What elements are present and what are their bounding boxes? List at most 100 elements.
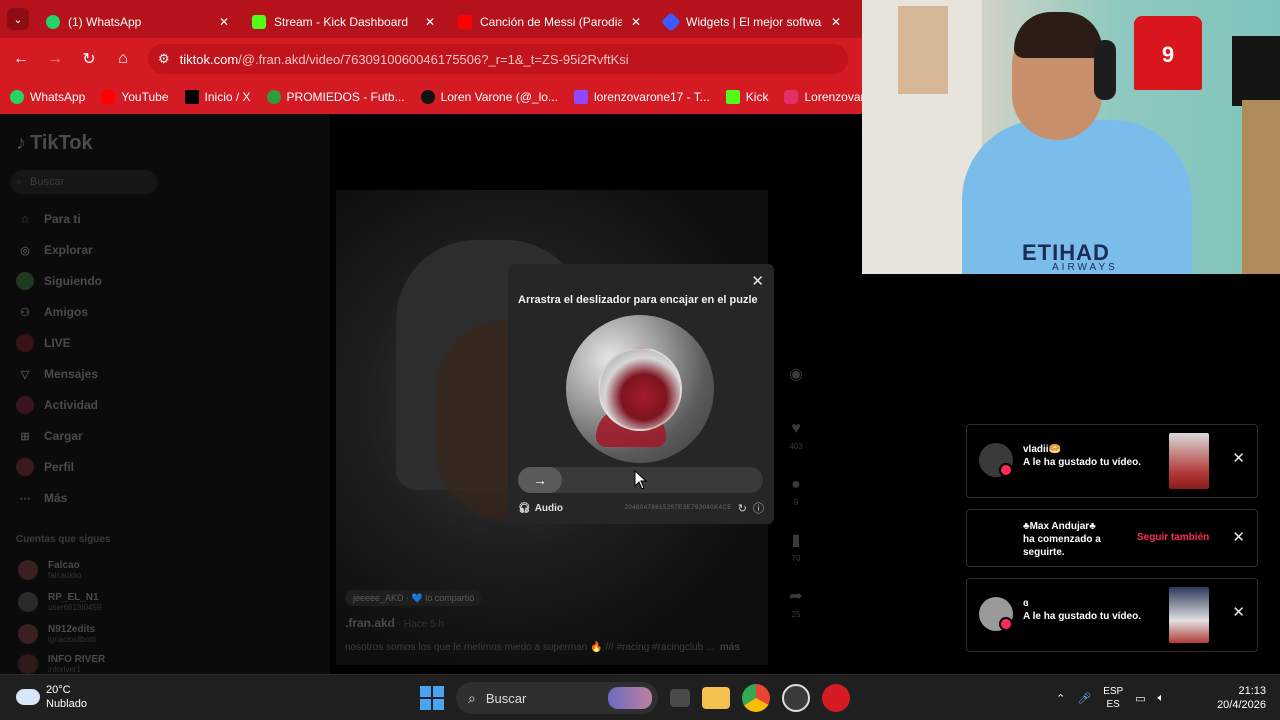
- nav-mensajes[interactable]: ▽ Mensajes: [16, 365, 98, 383]
- refresh-icon[interactable]: ↻: [738, 502, 747, 515]
- tab-label: (1) WhatsApp: [68, 15, 142, 29]
- close-icon[interactable]: ✕: [216, 15, 232, 29]
- search-input[interactable]: ⌕ Buscar: [10, 170, 158, 194]
- webcam-overlay: 9 ETIHAD AIRWAYS: [862, 0, 1280, 274]
- share-button[interactable]: ➦ 25: [784, 586, 808, 619]
- nav-perfil[interactable]: Perfil: [16, 458, 74, 476]
- tab-search-button[interactable]: ⌄: [0, 0, 36, 38]
- account-handle: inforiver1: [48, 665, 81, 674]
- tab-kick[interactable]: Stream - Kick Dashboard ✕: [242, 6, 448, 38]
- live-icon: [16, 334, 34, 352]
- more-link[interactable]: más: [720, 642, 740, 653]
- bookmark-tiktok[interactable]: Loren Varone (@_lo...: [420, 90, 558, 104]
- video-author[interactable]: .fran.akd · Hace 5 h: [345, 616, 444, 630]
- account-handle: user6813I0459: [48, 603, 102, 612]
- notification-like[interactable]: ɞ A le ha gustado tu vídeo. ✕: [966, 578, 1258, 652]
- description-text: nosotros somos los que le metimos miedo …: [345, 642, 715, 653]
- nav-para-ti[interactable]: ⌂ Para ti: [16, 210, 81, 228]
- back-icon[interactable]: ←: [4, 50, 38, 68]
- reload-icon[interactable]: ↻: [72, 49, 106, 69]
- address-bar[interactable]: ⚙ tiktok.com/@.fran.akd/video/7630910060…: [148, 44, 848, 74]
- webcam-tv: [1232, 36, 1280, 106]
- search-icon: ⌕: [16, 176, 23, 188]
- nav-label: Siguiendo: [44, 274, 102, 288]
- tab-widgets[interactable]: Widgets | El mejor software ✕: [654, 6, 854, 38]
- more-icon: ⋯: [19, 492, 31, 505]
- nav-explorar[interactable]: ◎ Explorar: [16, 241, 93, 259]
- tab-whatsapp[interactable]: (1) WhatsApp ✕: [36, 6, 242, 38]
- nav-amigos[interactable]: ⚇ Amigos: [16, 303, 88, 321]
- following-item[interactable]: N912edits ignaciosilbotti: [18, 624, 96, 644]
- logo-text: TikTok: [30, 132, 93, 154]
- account-name: Falcao: [48, 560, 80, 571]
- file-explorer-icon[interactable]: [702, 687, 730, 709]
- language-indicator[interactable]: ESP ES: [1103, 685, 1123, 711]
- tab-youtube[interactable]: Canción de Messi (Parodia L ✕: [448, 6, 654, 38]
- following-item[interactable]: RP_EL_N1 user6813I0459: [18, 592, 101, 612]
- weather-widget[interactable]: 20°C Nublado: [16, 683, 87, 711]
- weather-condition: Nublado: [46, 698, 87, 710]
- close-icon[interactable]: ✕: [1232, 603, 1245, 621]
- video-description: nosotros somos los que le metimos miedo …: [345, 642, 740, 653]
- whatsapp-icon: [10, 90, 24, 104]
- network-icon[interactable]: ▭: [1135, 692, 1145, 705]
- close-icon[interactable]: ✕: [828, 15, 844, 29]
- chrome-icon[interactable]: [742, 684, 770, 712]
- nav-live[interactable]: LIVE: [16, 334, 71, 352]
- home-icon[interactable]: ⌂: [106, 50, 140, 68]
- info-icon[interactable]: ⓘ: [753, 500, 764, 516]
- close-icon[interactable]: ✕: [628, 15, 644, 29]
- bookmark-promiedos[interactable]: PROMIEDOS - Futb...: [266, 90, 405, 104]
- webcam-shirt-subtext: AIRWAYS: [1052, 262, 1118, 273]
- bookmark-instagram[interactable]: Lorenzovarone (In: [784, 90, 862, 104]
- nav-label: Actividad: [44, 398, 99, 412]
- close-icon[interactable]: ✕: [751, 272, 764, 290]
- nav-cargar[interactable]: ⊞ Cargar: [16, 427, 82, 445]
- following-item[interactable]: INFO RIVER inforiver1: [18, 654, 105, 674]
- volume-icon[interactable]: 🔈︎: [1158, 692, 1165, 705]
- site-settings-icon[interactable]: ⚙: [158, 51, 170, 67]
- microphone-icon[interactable]: 🎤︎: [1077, 692, 1091, 705]
- nav-actividad[interactable]: Actividad: [16, 396, 98, 414]
- notification-like[interactable]: vladii🥯 A le ha gustado tu vídeo. ✕: [966, 424, 1258, 498]
- forward-icon[interactable]: →: [38, 50, 72, 68]
- repost-pill[interactable]: jeeeee_AKD · 💙 lo compartió: [345, 590, 483, 606]
- close-icon[interactable]: ✕: [1232, 449, 1245, 467]
- nav-siguiendo[interactable]: Siguiendo: [16, 272, 102, 290]
- comment-button[interactable]: ● 9: [784, 476, 808, 507]
- notification-follow[interactable]: ♣Max Andujar♣ ha comenzado a seguirte. Se…: [966, 509, 1258, 567]
- windows-start-icon[interactable]: [420, 686, 444, 710]
- app-icon[interactable]: [822, 684, 850, 712]
- close-icon[interactable]: ✕: [1232, 528, 1245, 546]
- bookmark-youtube[interactable]: YouTube: [101, 90, 169, 104]
- browser-tabbar: ⌄ (1) WhatsApp ✕ Stream - Kick Dashboard…: [0, 0, 862, 38]
- like-button[interactable]: ♥ 403: [784, 420, 808, 451]
- search-icon: ⌕: [468, 689, 476, 706]
- clock[interactable]: 21:13 20/4/2026: [1217, 684, 1266, 712]
- obs-icon[interactable]: [782, 684, 810, 712]
- close-icon[interactable]: ✕: [422, 15, 438, 29]
- bookmark-whatsapp[interactable]: WhatsApp: [10, 90, 85, 104]
- notification-text: ɞ A le ha gustado tu vídeo.: [1023, 597, 1141, 623]
- follow-back-button[interactable]: Seguir también: [1137, 532, 1209, 543]
- lang-bottom: ES: [1106, 699, 1120, 710]
- tiktok-logo[interactable]: ♪ TikTok: [16, 132, 93, 155]
- save-button[interactable]: ▮ 70: [784, 530, 808, 563]
- nav-label: Amigos: [44, 305, 89, 319]
- whatsapp-icon: [46, 15, 60, 29]
- heart-badge-icon: [999, 617, 1013, 631]
- creator-avatar[interactable]: ◉: [784, 364, 808, 384]
- chevron-up-icon[interactable]: ⌃: [1056, 692, 1065, 705]
- nav-mas[interactable]: ⋯ Más: [16, 489, 68, 507]
- audio-button[interactable]: 🎧︎ Audio: [518, 503, 563, 514]
- bookmark-x[interactable]: Inicio / X: [184, 90, 251, 104]
- webcam-shelf: [1242, 100, 1280, 274]
- captcha-slider-handle[interactable]: →: [518, 467, 562, 493]
- upload-icon: ⊞: [20, 430, 30, 443]
- taskbar-search[interactable]: ⌕ Buscar: [456, 682, 658, 714]
- following-item[interactable]: Falcao falcaoklio: [18, 560, 81, 580]
- bookmark-kick[interactable]: Kick: [725, 90, 768, 104]
- notification-message: A le ha gustado tu vídeo.: [1023, 457, 1141, 468]
- bookmark-twitch[interactable]: lorenzovarone17 - T...: [573, 90, 710, 104]
- task-view-icon[interactable]: [670, 689, 690, 707]
